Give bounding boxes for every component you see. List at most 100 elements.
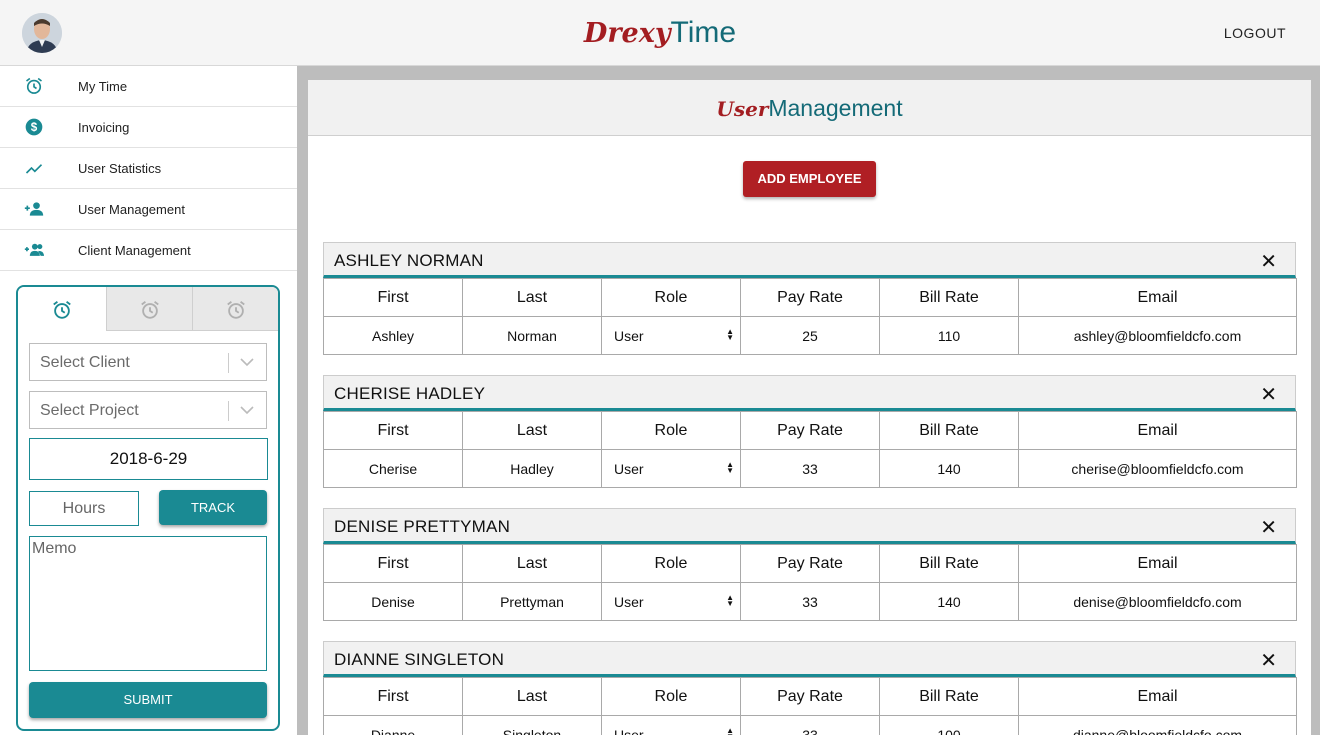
employee-table: First Last Role Pay Rate Bill Rate Email Cheri… — [323, 411, 1297, 488]
sidebar-item-label: User Management — [78, 202, 185, 217]
cell-bill-rate[interactable]: 140 — [879, 582, 1019, 621]
group-add-icon — [24, 243, 44, 256]
column-header: Role — [601, 677, 741, 716]
role-value: User — [614, 726, 644, 735]
person-add-icon — [24, 202, 44, 216]
column-header: Pay Rate — [740, 677, 880, 716]
column-header: Bill Rate — [879, 677, 1019, 716]
sidebar-item-my-time[interactable]: My Time — [0, 66, 297, 107]
sidebar-item-user-management[interactable]: User Management — [0, 189, 297, 230]
employee-card-header: CHERISE HADLEY ✕ — [323, 375, 1296, 411]
submit-button[interactable]: SUBMIT — [29, 682, 267, 718]
client-select[interactable]: Select Client — [29, 343, 267, 381]
chevron-down-icon — [240, 406, 254, 415]
column-header: Bill Rate — [879, 411, 1019, 450]
cell-pay-rate[interactable]: 33 — [740, 449, 880, 488]
chevron-down-icon — [240, 358, 254, 367]
role-select[interactable]: User ▲▼ — [601, 316, 741, 355]
column-header: Last — [462, 278, 602, 317]
select-arrows-icon: ▲▼ — [726, 726, 734, 735]
table-header-row: First Last Role Pay Rate Bill Rate Email — [323, 411, 1297, 450]
tracker-tab-1[interactable] — [18, 287, 106, 331]
user-management-panel: UserManagement ADD EMPLOYEE ASHLEY NORMA… — [308, 80, 1311, 735]
column-header: First — [323, 677, 463, 716]
close-icon[interactable]: ✕ — [1260, 648, 1277, 673]
trending-up-icon — [25, 164, 43, 174]
sidebar-item-user-statistics[interactable]: User Statistics — [0, 148, 297, 189]
table-row: Cherise Hadley User ▲ ▼ 33 140 cherise@bloomfie… — [323, 449, 1297, 488]
close-icon[interactable]: ✕ — [1260, 382, 1277, 407]
employee-card: ASHLEY NORMAN ✕ First Last Role Pay Rate Bill … — [323, 242, 1297, 355]
cell-pay-rate[interactable]: 33 — [740, 582, 880, 621]
sidebar-item-client-management[interactable]: Client Management — [0, 230, 297, 271]
cell-first: Ashley — [323, 316, 463, 355]
employee-name: DENISE PRETTYMAN — [334, 517, 511, 536]
sidebar-item-label: Client Management — [78, 243, 191, 258]
column-header: First — [323, 544, 463, 583]
employee-card-header: DENISE PRETTYMAN ✕ — [323, 508, 1296, 544]
tracker-tab-2[interactable] — [106, 287, 192, 331]
column-header: Email — [1018, 544, 1297, 583]
logout-button[interactable]: LOGOUT — [1224, 25, 1286, 41]
client-select-placeholder: Select Client — [40, 354, 130, 371]
cell-first: Denise — [323, 582, 463, 621]
cell-bill-rate[interactable]: 100 — [879, 715, 1019, 735]
sidebar-item-invoicing[interactable]: $ Invoicing — [0, 107, 297, 148]
table-header-row: First Last Role Pay Rate Bill Rate Email — [323, 677, 1297, 716]
column-header: Pay Rate — [740, 278, 880, 317]
select-arrows-icon: ▲▼ — [726, 593, 734, 608]
cell-email: dianne@bloomfieldcfo.com — [1018, 715, 1297, 735]
table-row: DianneSingleton User ▲▼ 33100dianne@bloomfi… — [323, 715, 1297, 735]
alarm-clock-icon — [26, 77, 42, 94]
cell-last: Prettyman — [462, 582, 602, 621]
column-header: Bill Rate — [879, 278, 1019, 317]
column-header: Email — [1018, 278, 1297, 317]
select-arrows-icon: ▲▼ — [726, 327, 734, 342]
table-header-row: First Last Role Pay Rate Bill Rate Email — [323, 544, 1297, 583]
role-select[interactable]: User ▲▼ — [601, 582, 741, 621]
svg-text:$: $ — [31, 121, 38, 134]
cell-email: denise@bloomfieldcfo.com — [1018, 582, 1297, 621]
project-select[interactable]: Select Project — [29, 391, 267, 429]
column-header: First — [323, 278, 463, 317]
sidebar-item-label: Invoicing — [78, 120, 130, 135]
cell-last: Singleton — [462, 715, 602, 735]
alarm-clock-icon — [53, 301, 71, 319]
time-tracker-panel: Select Client Select Project 2018-6-29 H… — [16, 285, 280, 731]
cell-bill-rate[interactable]: 110 — [879, 316, 1019, 355]
add-employee-button[interactable]: ADD EMPLOYEE — [743, 161, 876, 197]
role-select[interactable]: User ▲▼ — [601, 715, 741, 735]
role-value: User — [614, 593, 644, 610]
select-separator — [228, 401, 229, 421]
column-header: Last — [462, 677, 602, 716]
employee-card: CHERISE HADLEY ✕ First Last Role Pay Rate Bill… — [323, 375, 1297, 488]
role-select[interactable]: User ▲▼ — [601, 449, 741, 488]
hours-input[interactable]: Hours — [29, 491, 139, 526]
track-button[interactable]: TRACK — [159, 490, 267, 525]
close-icon[interactable]: ✕ — [1260, 515, 1277, 540]
role-value: User — [614, 460, 644, 477]
page-title: UserManagement — [308, 80, 1311, 136]
tracker-tab-3[interactable] — [192, 287, 278, 331]
table-row: Denise Prettyman User ▲ ▼ 33 140 denise@bloomfi… — [323, 582, 1297, 621]
employee-card: DIANNE SINGLETON ✕ First Last Role Pay Rate Bi… — [323, 641, 1297, 735]
date-field[interactable]: 2018-6-29 — [29, 438, 268, 480]
employee-name: ASHLEY NORMAN — [334, 251, 484, 270]
cell-pay-rate[interactable]: 25 — [740, 316, 880, 355]
cell-bill-rate[interactable]: 140 — [879, 449, 1019, 488]
sidebar-item-label: User Statistics — [78, 161, 162, 176]
close-icon[interactable]: ✕ — [1260, 249, 1277, 274]
top-bar: DrexyTime LOGOUT — [0, 0, 1320, 66]
sidebar: My Time $ Invoicing User Statistics User… — [0, 66, 297, 735]
brand-logo: DrexyTime — [583, 16, 737, 49]
column-header: Last — [462, 411, 602, 450]
cell-first: Cherise — [323, 449, 463, 488]
cell-last: Hadley — [462, 449, 602, 488]
alarm-clock-icon — [140, 301, 159, 319]
employee-card: DENISE PRETTYMAN ✕ First Last Role Pay Rate Bi… — [323, 508, 1297, 621]
column-header: Last — [462, 544, 602, 583]
employee-name: CHERISE HADLEY — [334, 384, 486, 403]
column-header: Role — [601, 544, 741, 583]
memo-textarea[interactable]: Memo — [29, 536, 267, 671]
cell-pay-rate[interactable]: 33 — [740, 715, 880, 735]
